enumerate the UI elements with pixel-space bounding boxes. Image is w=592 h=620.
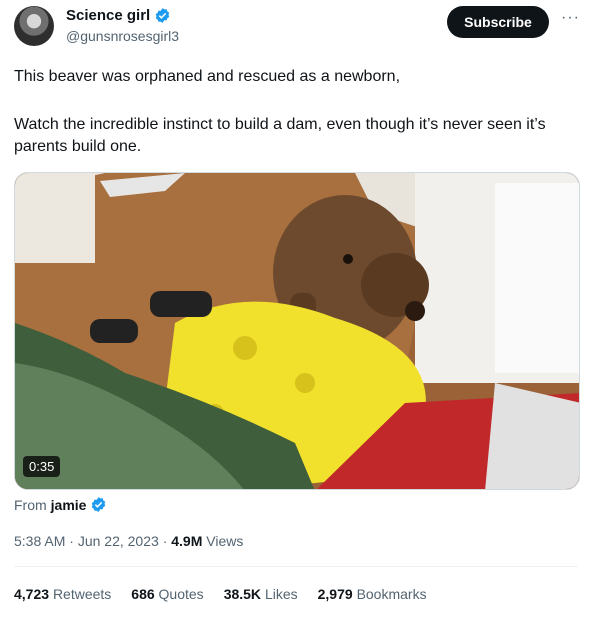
stat-count: 686 <box>131 586 155 602</box>
stat-count: 2,979 <box>317 586 353 602</box>
stat-label: Bookmarks <box>356 586 427 602</box>
engagement-stats: 4,723 Retweets 686 Quotes 38.5K Likes 2,… <box>14 586 427 602</box>
stat-quotes[interactable]: 686 Quotes <box>131 586 203 602</box>
meta-separator: · <box>162 533 168 549</box>
stat-label: Retweets <box>52 586 112 602</box>
media-attribution: From jamie <box>14 496 107 513</box>
stat-label: Likes <box>264 586 298 602</box>
author-name-row: Science girl <box>66 7 171 24</box>
author-avatar[interactable] <box>14 6 54 46</box>
video-player[interactable]: 0:35 <box>14 172 580 490</box>
stat-retweets[interactable]: 4,723 Retweets <box>14 586 111 602</box>
views-count: 4.9M <box>171 533 203 549</box>
tweet-date[interactable]: Jun 22, 2023 <box>78 533 159 549</box>
attribution-source-link[interactable]: jamie <box>51 497 87 513</box>
verified-badge-icon <box>155 8 170 23</box>
stat-likes[interactable]: 38.5K Likes <box>224 586 298 602</box>
meta-separator: · <box>69 533 74 549</box>
divider <box>14 566 578 567</box>
video-duration-badge: 0:35 <box>23 456 61 477</box>
stat-count: 38.5K <box>223 586 262 602</box>
more-options-icon[interactable]: ··· <box>561 9 580 27</box>
tweet-time[interactable]: 5:38 AM <box>14 533 65 549</box>
tweet-text-line1: This beaver was orphaned and rescued as … <box>14 68 401 85</box>
attribution-prefix: From <box>14 496 47 513</box>
stat-bookmarks[interactable]: 2,979 Bookmarks <box>318 586 427 602</box>
author-name[interactable]: Science girl <box>66 7 150 24</box>
video-frame <box>15 173 579 489</box>
author-handle[interactable]: @gunsnrosesgirl3 <box>66 28 179 44</box>
tweet-metadata: 5:38 AM · Jun 22, 2023 · 4.9M Views <box>14 533 243 549</box>
verified-badge-icon <box>92 497 106 512</box>
stat-count: 4,723 <box>14 586 50 602</box>
tweet-text-line2: Watch the incredible instinct to build a… <box>14 116 546 155</box>
stat-label: Quotes <box>158 586 204 602</box>
subscribe-button[interactable]: Subscribe <box>447 6 549 38</box>
views-label: Views <box>206 533 244 549</box>
